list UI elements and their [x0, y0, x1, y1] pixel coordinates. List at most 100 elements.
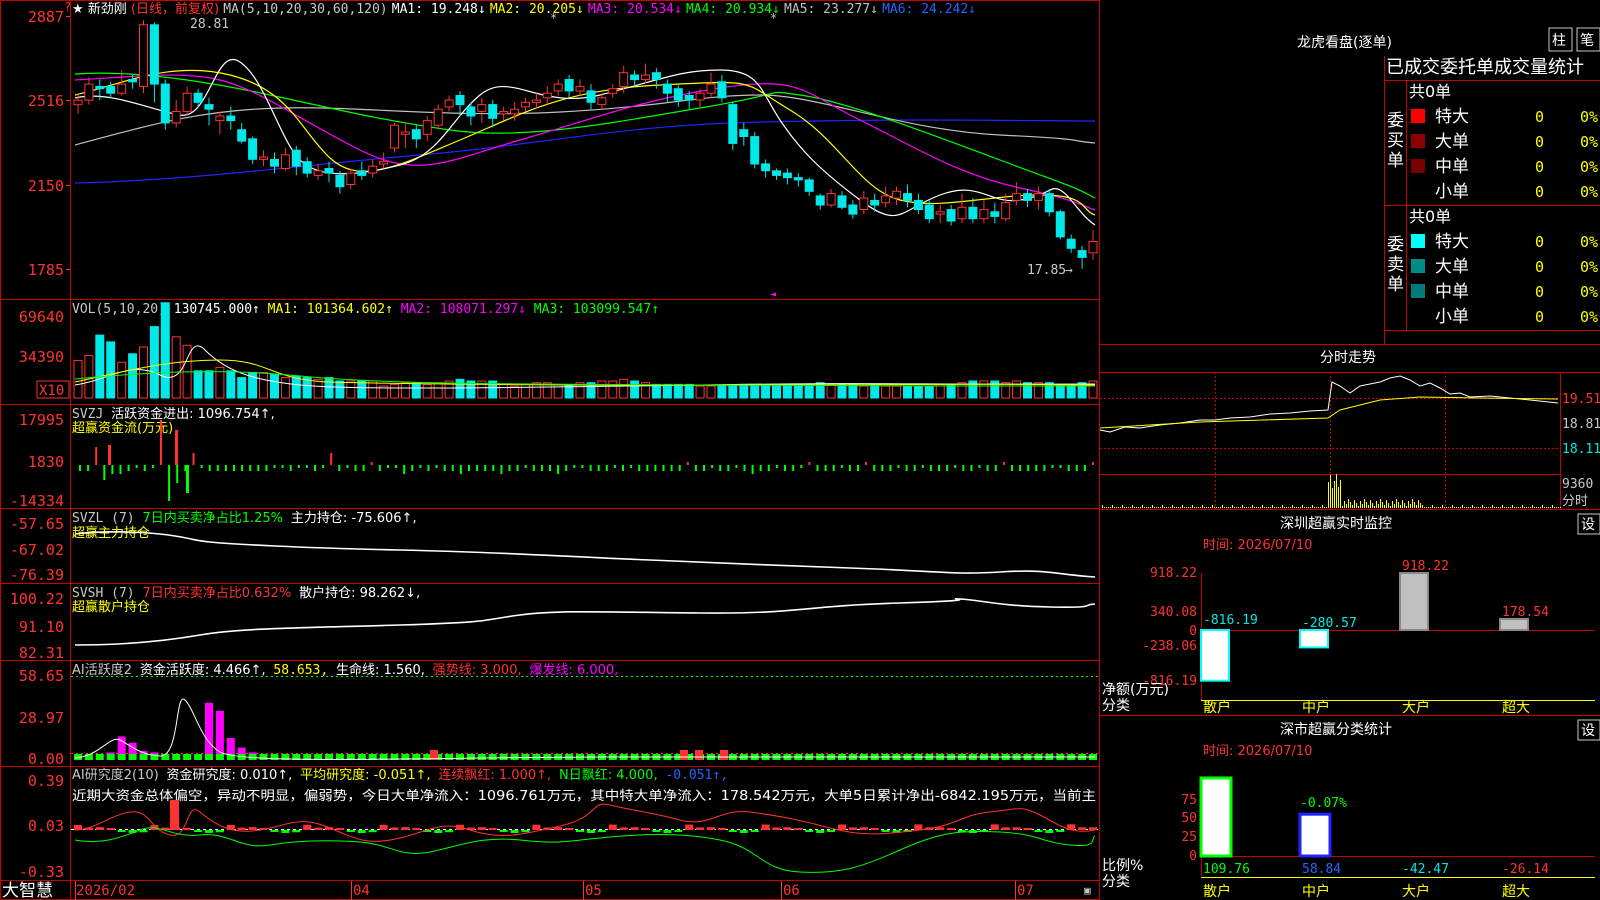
volume-bar[interactable]: [106, 341, 116, 399]
volume-bar[interactable]: [346, 380, 356, 399]
candle-body[interactable]: [848, 204, 858, 215]
candle-body[interactable]: [837, 195, 847, 208]
volume-bar[interactable]: [913, 385, 923, 399]
volume-bar[interactable]: [422, 383, 432, 399]
flow-bar[interactable]: [370, 462, 373, 465]
research-bar[interactable]: [445, 830, 454, 833]
volume-bar[interactable]: [357, 380, 367, 399]
volume-bar[interactable]: [619, 378, 629, 399]
volume-bar[interactable]: [979, 380, 989, 399]
flow-bar[interactable]: [1075, 465, 1078, 471]
research-bar[interactable]: [587, 830, 595, 833]
flow-bar[interactable]: [532, 465, 535, 471]
flow-bar[interactable]: [848, 465, 851, 471]
research-bar[interactable]: [1078, 827, 1087, 830]
research-bar[interactable]: [1056, 830, 1065, 832]
volume-bar[interactable]: [499, 383, 509, 399]
flow-bar[interactable]: [946, 465, 949, 471]
ai-life-bar[interactable]: [183, 754, 192, 760]
flow-bar[interactable]: [605, 465, 608, 471]
candle-body[interactable]: [411, 129, 421, 140]
candle-body[interactable]: [782, 172, 792, 179]
candle-body[interactable]: [564, 79, 574, 92]
flow-bar[interactable]: [816, 465, 819, 471]
flow-bar[interactable]: [581, 465, 584, 468]
ai1-activity-bars[interactable]: [74, 702, 1097, 760]
volume-bar[interactable]: [237, 377, 247, 399]
candle-body[interactable]: [815, 195, 825, 206]
volume-bar[interactable]: [859, 385, 869, 399]
research-bar[interactable]: [1023, 828, 1032, 830]
flow-bar[interactable]: [978, 465, 981, 468]
ai-strong-bar[interactable]: [720, 750, 728, 760]
volume-bar[interactable]: [717, 385, 727, 399]
candle-body[interactable]: [1001, 202, 1011, 220]
research-bar[interactable]: [794, 828, 803, 830]
flow-bar[interactable]: [889, 465, 892, 471]
flow-bar[interactable]: [549, 465, 551, 471]
volume-bar[interactable]: [521, 383, 530, 399]
candle-body[interactable]: [324, 168, 334, 174]
flow-bar[interactable]: [865, 462, 868, 465]
flow-bar[interactable]: [249, 465, 252, 471]
research-bar[interactable]: [183, 828, 192, 830]
research-bar[interactable]: [576, 830, 584, 832]
flow-bar[interactable]: [516, 465, 519, 471]
volume-bar[interactable]: [750, 383, 760, 399]
research-bar[interactable]: [630, 827, 639, 830]
flow-bar[interactable]: [208, 465, 211, 471]
candle-body[interactable]: [433, 108, 443, 126]
candle-body[interactable]: [73, 99, 83, 106]
ai-life-bar[interactable]: [259, 754, 268, 760]
ai-strong-bar[interactable]: [695, 750, 703, 760]
volume-bar[interactable]: [171, 336, 181, 399]
volume-bar[interactable]: [226, 370, 236, 399]
candle-body[interactable]: [1033, 193, 1043, 201]
candle-body[interactable]: [291, 149, 301, 167]
research-bar[interactable]: [717, 828, 726, 830]
candle-body[interactable]: [390, 124, 399, 149]
flow-bar[interactable]: [775, 465, 778, 468]
candle-body[interactable]: [139, 24, 148, 87]
research-bar[interactable]: [401, 827, 410, 830]
volume-bar[interactable]: [270, 373, 279, 399]
research-bar[interactable]: [499, 830, 508, 832]
stats-bars[interactable]: 109.76 散户 58.84 中户 -42.47 大户 -26.14 超大: [1199, 776, 1549, 900]
flow-bar[interactable]: [897, 465, 900, 468]
research-bar[interactable]: [990, 824, 999, 830]
candle-body[interactable]: [913, 199, 923, 210]
flow-bar[interactable]: [970, 465, 973, 471]
flow-bar[interactable]: [1067, 465, 1070, 471]
flow-bar[interactable]: [1092, 462, 1094, 465]
candle-body[interactable]: [717, 81, 727, 99]
research-bar[interactable]: [772, 827, 781, 830]
flow-bar[interactable]: [654, 465, 657, 471]
flow-bar[interactable]: [1002, 462, 1005, 465]
monitor-bar[interactable]: [1299, 629, 1329, 649]
volume-bar[interactable]: [400, 382, 410, 399]
flow-bar[interactable]: [913, 465, 916, 471]
flow-bar[interactable]: [354, 465, 357, 471]
flow-bar[interactable]: [403, 465, 406, 474]
flow-bar[interactable]: [727, 465, 730, 471]
flow-bar[interactable]: [241, 465, 244, 471]
flow-bar[interactable]: [1035, 465, 1038, 471]
ai-life-bar[interactable]: [117, 754, 126, 760]
research-bar[interactable]: [205, 830, 213, 833]
flow-bar[interactable]: [168, 465, 171, 501]
kline-workspace[interactable]: 2887 2516 2150 1785 ★ 新劲刚 (日线，前复权) MA(5,…: [0, 0, 1600, 900]
flow-bar[interactable]: [395, 465, 398, 468]
candle-body[interactable]: [1044, 193, 1054, 213]
volume-bar[interactable]: [1012, 380, 1022, 399]
candle-body[interactable]: [935, 211, 945, 215]
flow-bar[interactable]: [630, 465, 633, 468]
stats-bar[interactable]: [1199, 776, 1233, 858]
candle-body[interactable]: [957, 206, 967, 220]
candle-body[interactable]: [1023, 193, 1032, 201]
research-spike-bar[interactable]: [170, 800, 179, 830]
ai-life-bar[interactable]: [205, 754, 213, 760]
flow-bar[interactable]: [622, 465, 624, 471]
candle-body[interactable]: [793, 177, 803, 181]
ai-life-bar[interactable]: [194, 754, 203, 760]
candle-body[interactable]: [553, 83, 563, 92]
